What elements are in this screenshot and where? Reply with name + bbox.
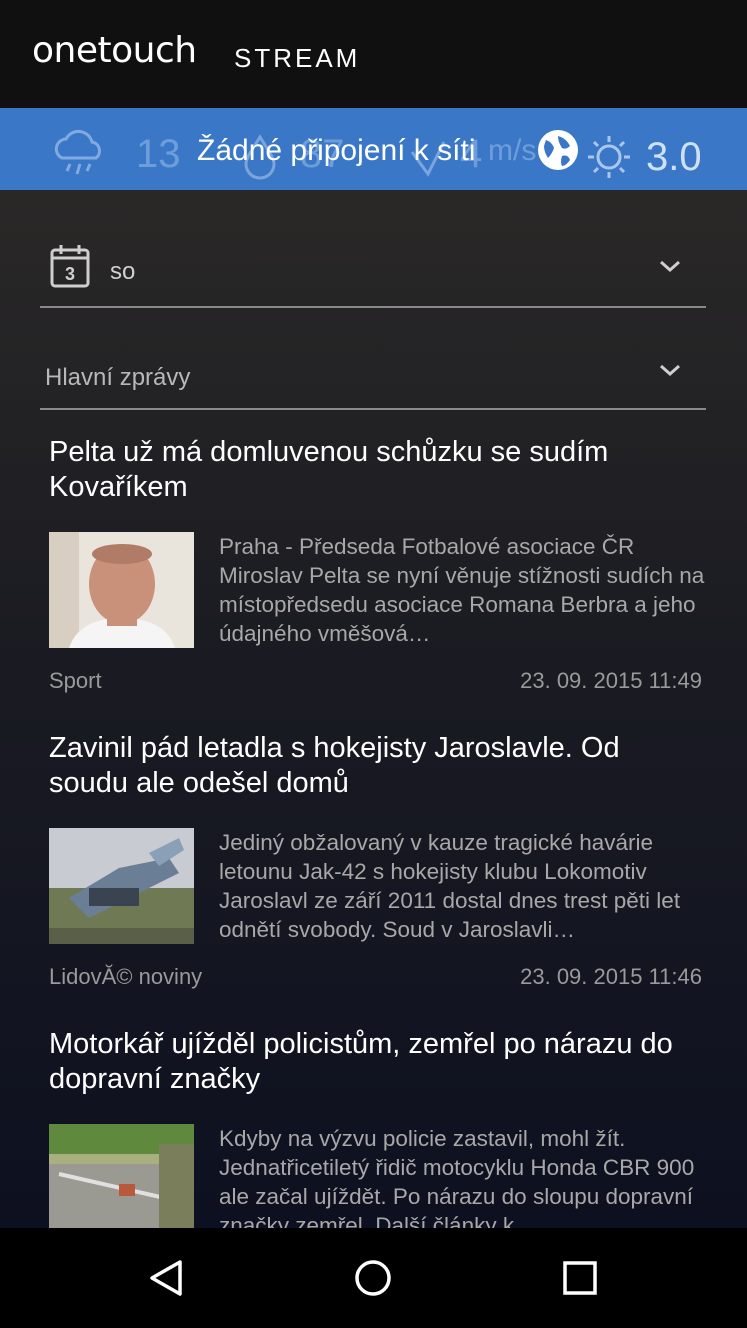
back-icon[interactable] — [146, 1258, 186, 1303]
home-icon[interactable] — [354, 1259, 392, 1302]
article-date: 23. 09. 2015 11:49 — [520, 668, 702, 693]
news-feed[interactable]: 3 so Hlavní zprávy Pelta už má domluveno… — [0, 190, 747, 1228]
weather-bar[interactable]: 13 87 4 m/s Žádné připojení k síti — [0, 108, 747, 190]
article-thumbnail[interactable] — [49, 828, 194, 944]
article-thumbnail[interactable] — [49, 532, 194, 648]
calendar-icon: 3 — [50, 244, 90, 293]
article-date: 23. 09. 2015 11:46 — [520, 964, 702, 989]
article-title[interactable]: Motorkář ujížděl policistům, zemřel po n… — [49, 1027, 704, 1097]
article-summary: Praha - Předseda Fotbalové asociace ČR M… — [219, 534, 705, 646]
sun-icon — [586, 134, 632, 185]
no-connection-message: Žádné připojení k síti — [197, 134, 476, 167]
wind-unit: m/s — [488, 134, 537, 167]
app-header: onetouch STREAM — [0, 0, 747, 108]
article-source: LidovĂ© noviny — [49, 964, 203, 989]
article-summary: Jediný obžalovaný v kauze tragické havár… — [219, 830, 681, 942]
article-source: Sport — [49, 668, 102, 693]
rain-cloud-icon — [50, 128, 110, 183]
article-title[interactable]: Pelta už má domluvenou schůzku se sudím … — [49, 435, 704, 505]
chevron-down-icon — [658, 258, 682, 279]
news-article[interactable]: Pelta už má domluvenou schůzku se sudím … — [49, 435, 704, 693]
system-navigation-bar — [0, 1228, 747, 1328]
news-article[interactable]: Motorkář ujížděl policistům, zemřel po n… — [49, 1027, 704, 1228]
article-summary: Kdyby na výzvu policie zastavil, mohl ží… — [219, 1126, 695, 1228]
globe-icon — [536, 128, 580, 177]
recent-apps-icon[interactable] — [562, 1260, 598, 1301]
logo-stream: STREAM — [234, 43, 361, 73]
article-title[interactable]: Zavinil pád letadla s hokejisty Jaroslav… — [49, 731, 704, 801]
news-article[interactable]: Zavinil pád letadla s hokejisty Jaroslav… — [49, 731, 704, 989]
date-filter-dropdown[interactable]: 3 so — [40, 236, 706, 308]
date-filter-value: so — [110, 258, 136, 285]
calendar-day: 3 — [65, 264, 75, 284]
temperature-value: 13 — [136, 132, 181, 176]
category-filter-value: Hlavní zprávy — [45, 364, 191, 391]
uv-index-value: 3.0 — [646, 135, 702, 179]
category-filter-dropdown[interactable]: Hlavní zprávy — [40, 340, 706, 410]
chevron-down-icon — [658, 362, 682, 383]
article-thumbnail[interactable] — [49, 1124, 194, 1228]
logo-onetouch: onetouch — [32, 30, 197, 71]
